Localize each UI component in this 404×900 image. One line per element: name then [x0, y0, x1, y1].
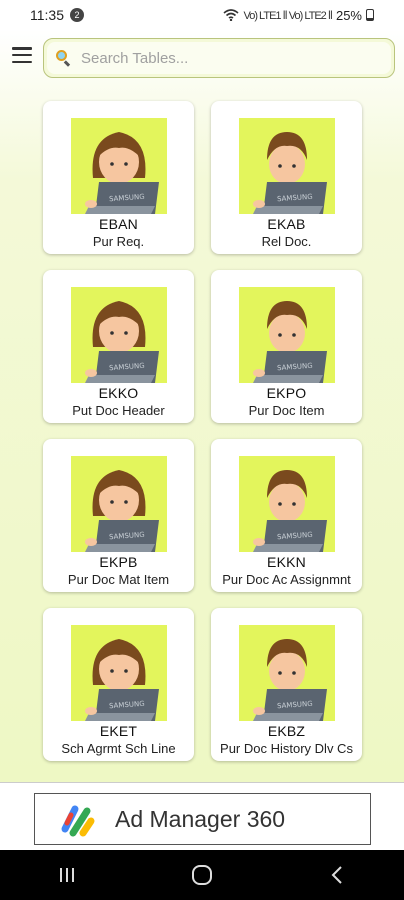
- table-description: Sch Agrmt Sch Line: [61, 741, 176, 756]
- home-icon: [191, 865, 212, 885]
- girl-laptop-icon: SAMSUNG: [70, 287, 167, 383]
- table-card-ekbz[interactable]: SAMSUNG EKBZ Pur Doc History Dlv Cs: [211, 608, 362, 761]
- table-code: EKKO: [98, 385, 139, 401]
- table-description: Pur Doc Item: [248, 403, 325, 418]
- ad-text: Ad Manager 360: [115, 805, 286, 832]
- status-time: 11:35: [30, 7, 64, 23]
- boy-laptop-icon: SAMSUNG: [238, 625, 335, 721]
- table-description: Rel Doc.: [261, 234, 312, 249]
- table-card-eket[interactable]: SAMSUNG EKET Sch Agrmt Sch Line: [43, 608, 194, 761]
- home-button[interactable]: [182, 860, 222, 890]
- system-nav-bar: [0, 850, 404, 900]
- back-icon: [331, 866, 342, 884]
- table-code: EKPO: [266, 385, 307, 401]
- table-description: Pur Doc Mat Item: [67, 572, 170, 587]
- girl-laptop-icon: SAMSUNG: [70, 118, 167, 214]
- table-code: EKBZ: [267, 723, 306, 739]
- boy-laptop-icon: SAMSUNG: [238, 287, 335, 383]
- search-inner: [47, 42, 391, 74]
- ad-banner-area: Ad Manager 360: [0, 782, 404, 850]
- battery-icon: [366, 9, 374, 21]
- table-code: EKPB: [99, 554, 138, 570]
- table-description: Pur Doc History Dlv Cs: [220, 741, 353, 756]
- table-code: EKAB: [267, 216, 306, 232]
- recents-icon: [60, 868, 75, 882]
- ad-manager-logo-icon: [61, 805, 95, 837]
- table-card-ekab[interactable]: SAMSUNG EKAB Rel Doc.: [211, 101, 362, 254]
- ad-banner[interactable]: Ad Manager 360: [34, 793, 371, 845]
- table-card-eban[interactable]: SAMSUNG EBAN Pur Req.: [43, 101, 194, 254]
- boy-laptop-icon: SAMSUNG: [238, 456, 335, 552]
- table-card-ekpb[interactable]: SAMSUNG EKPB Pur Doc Mat Item: [43, 439, 194, 592]
- search-icon[interactable]: [55, 50, 71, 67]
- table-description: Pur Req.: [92, 234, 145, 249]
- recents-button[interactable]: [47, 860, 87, 890]
- table-card-ekpo[interactable]: SAMSUNG EKPO Pur Doc Item: [211, 270, 362, 423]
- table-description: Put Doc Header: [72, 403, 165, 418]
- girl-laptop-icon: SAMSUNG: [70, 625, 167, 721]
- table-code: EKKN: [267, 554, 306, 570]
- search-box: [43, 38, 395, 78]
- wifi-icon: [223, 9, 240, 21]
- table-card-ekko[interactable]: SAMSUNG EKKO Put Doc Header: [43, 270, 194, 423]
- signal-indicator: Vo) LTE1 ⅼⅼ Vo) LTE2 ⅼⅼ: [243, 9, 332, 22]
- notification-badge: 2: [70, 8, 84, 22]
- battery-percent: 25%: [335, 7, 362, 23]
- search-input[interactable]: [81, 49, 361, 67]
- top-bar: [0, 30, 404, 84]
- app-content: SAMSUNG EBAN Pur Req. SAMSUNG EKAB Rel Doc…: [0, 30, 404, 782]
- status-right: Vo) LTE1 ⅼⅼ Vo) LTE2 ⅼⅼ 25%: [223, 8, 374, 23]
- table-code: EBAN: [99, 216, 138, 232]
- status-bar: 11:35 2 Vo) LTE1 ⅼⅼ Vo) LTE2 ⅼⅼ 25%: [0, 0, 404, 30]
- back-button[interactable]: [317, 860, 357, 890]
- table-code: EKET: [99, 723, 138, 739]
- table-description: Pur Doc Ac Assignmnt: [222, 572, 351, 587]
- girl-laptop-icon: SAMSUNG: [70, 456, 167, 552]
- table-card-ekkn[interactable]: SAMSUNG EKKN Pur Doc Ac Assignmnt: [211, 439, 362, 592]
- hamburger-menu-icon[interactable]: [12, 47, 32, 63]
- boy-laptop-icon: SAMSUNG: [238, 118, 335, 214]
- status-left: 11:35 2: [30, 7, 84, 23]
